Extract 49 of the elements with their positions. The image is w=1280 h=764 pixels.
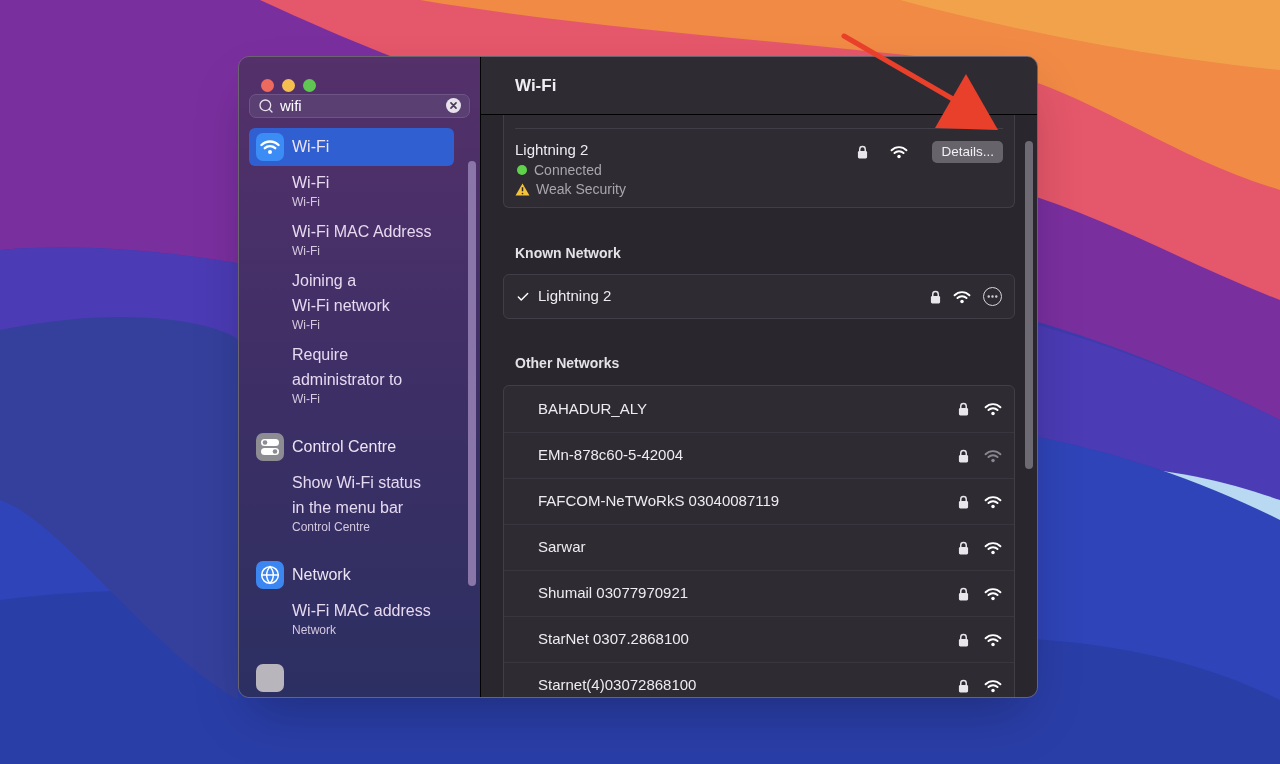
warning-text: Weak Security: [536, 179, 626, 199]
result-subtitle: Control Centre: [292, 520, 372, 534]
search-result[interactable]: Wi-Fi MAC Address Wi-Fi: [249, 219, 454, 258]
result-title: Wi-Fi MAC Address: [292, 222, 433, 242]
result-subtitle: Wi-Fi: [292, 244, 321, 258]
network-name: Sarwar: [538, 537, 587, 558]
network-name: Starnet(4)03072868100: [538, 675, 698, 696]
result-title: Wi-Fi: [292, 173, 331, 193]
result-subtitle: Wi-Fi: [292, 195, 321, 209]
sidebar-item[interactable]: Wi-Fi: [249, 128, 454, 166]
result-title: in the menu bar: [292, 498, 405, 518]
network-row[interactable]: Sarwar: [504, 524, 1014, 570]
section-heading: Known Network: [515, 244, 622, 263]
network-row[interactable]: Shumail 03077970921: [504, 570, 1014, 616]
network-row[interactable]: BAHADUR_ALY: [504, 386, 1014, 432]
network-name: BAHADUR_ALY: [538, 398, 648, 419]
search-value: wifi: [280, 95, 303, 116]
result-title: Wi-Fi MAC address: [292, 601, 432, 621]
result-title: Wi-Fi network: [292, 296, 391, 316]
network-name: EMn-878c60-5-42004: [538, 445, 685, 466]
result-title: Require: [292, 345, 350, 365]
network-row[interactable]: EMn-878c60-5-42004: [504, 432, 1014, 478]
network-name: Shumail 03077970921: [538, 583, 690, 604]
sidebar-item[interactable]: Network: [249, 556, 454, 594]
result-subtitle: Network: [292, 623, 337, 637]
result-title: Joining a: [292, 271, 358, 291]
result-title: administrator to: [292, 370, 404, 390]
search-result[interactable]: Show Wi-Fi status in the menu bar Control Centre: [249, 470, 454, 534]
section-heading: Other Networks: [515, 354, 621, 373]
network-row[interactable]: StarNet 0307.2868100: [504, 616, 1014, 662]
search-result[interactable]: Wi-Fi MAC address Network: [249, 598, 454, 637]
network-row[interactable]: Starnet(4)03072868100: [504, 662, 1014, 697]
search-result[interactable]: Joining a Wi-Fi network Wi-Fi: [249, 268, 454, 332]
network-name: StarNet 0307.2868100: [538, 629, 690, 650]
result-subtitle: Wi-Fi: [292, 318, 321, 332]
search-field[interactable]: wifi: [249, 93, 470, 118]
result-title: Show Wi-Fi status: [292, 473, 422, 493]
details-button[interactable]: Details...: [932, 141, 1003, 163]
window-title: Wi-Fi: [515, 74, 557, 97]
network-row[interactable]: FAFCOM-NeTWoRkS 03040087119: [504, 478, 1014, 524]
status-text: Connected: [534, 160, 602, 180]
result-subtitle: Wi-Fi: [292, 392, 321, 406]
network-name: Lightning 2: [538, 286, 613, 307]
network-name: Lightning 2: [515, 140, 590, 160]
search-result[interactable]: Wi-Fi Wi-Fi: [249, 170, 454, 209]
network-row[interactable]: Lightning 2: [504, 275, 1014, 318]
search-result[interactable]: Require administrator to Wi-Fi: [249, 342, 454, 406]
sidebar-item[interactable]: Control Centre: [249, 428, 454, 466]
network-name: FAFCOM-NeTWoRkS 03040087119: [538, 491, 781, 512]
